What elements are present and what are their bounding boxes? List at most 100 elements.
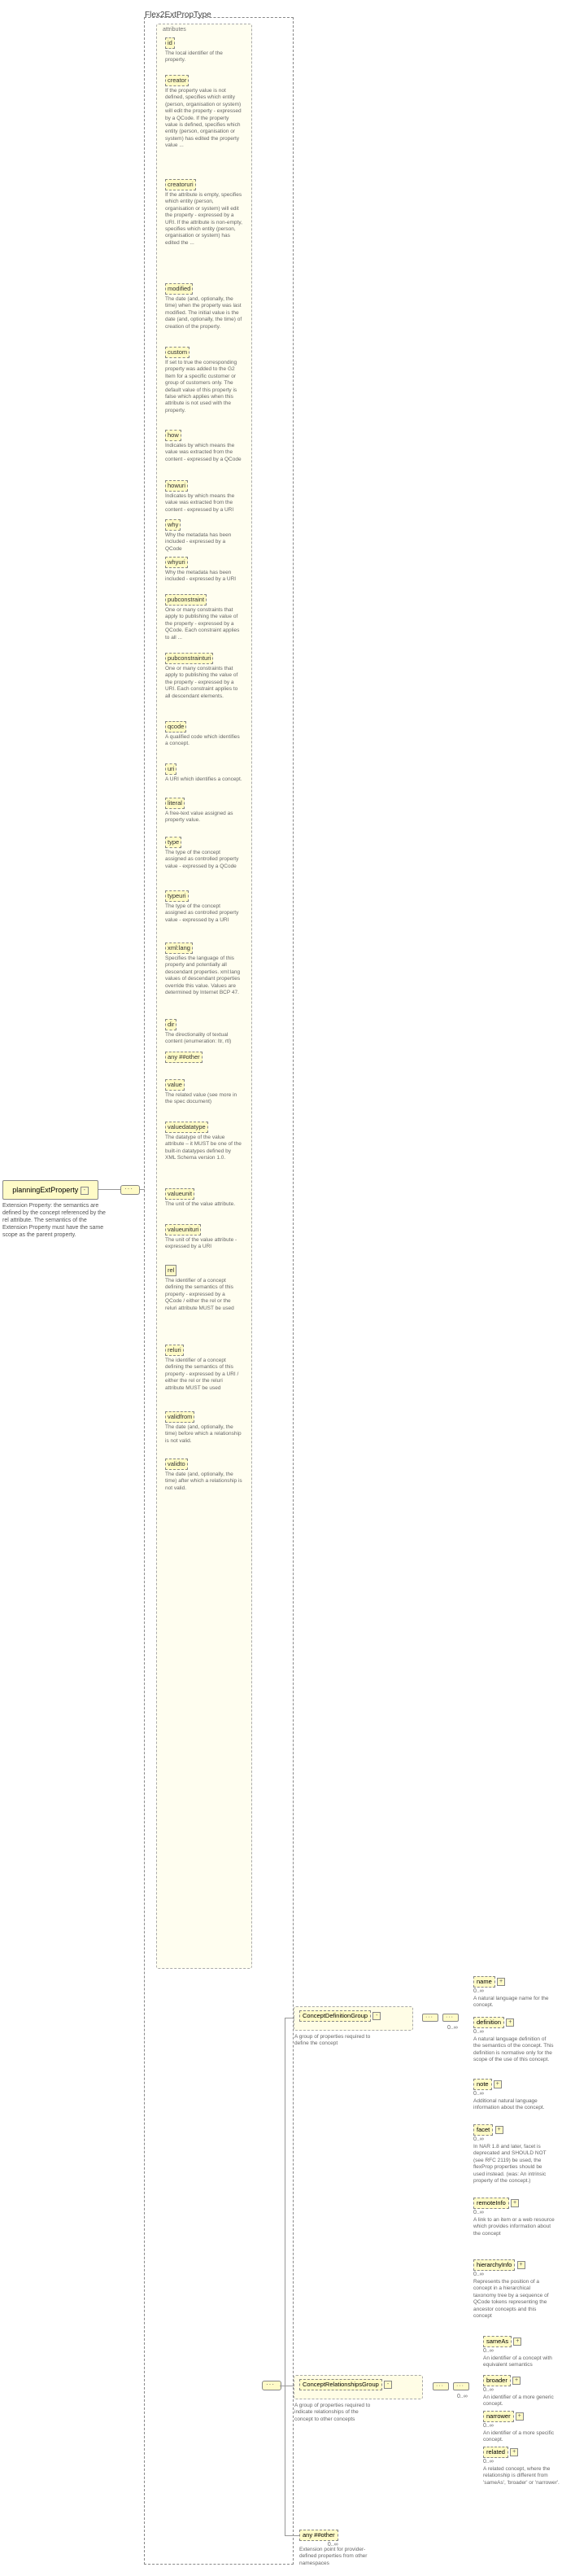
attr-desc: The directionality of textual content (e… — [165, 1032, 242, 1046]
cdg-child-name: name +0..∞A natural language name for th… — [473, 1976, 568, 2010]
cdg-child-remoteInfo: remoteInfo +0..∞A link to an item or a w… — [473, 2198, 568, 2237]
expand-icon: - — [384, 2381, 392, 2389]
child-name: broader — [483, 2375, 511, 2386]
any-other-desc: Extension point for provider-defined pro… — [299, 2547, 381, 2567]
attr-name: why — [165, 519, 181, 531]
attr-name: literal — [165, 798, 185, 809]
attr-desc: The datatype of the value attribute – it… — [165, 1135, 242, 1162]
expand-icon: + — [516, 2412, 524, 2421]
sequence-icon — [433, 2382, 449, 2390]
attr-desc: The date (and, optionally, the time) bef… — [165, 1424, 242, 1445]
child-desc: A natural language name for the concept. — [473, 1996, 555, 2010]
attr-desc: Why the metadata has been included - exp… — [165, 532, 242, 553]
crg-child-broader: broader +0..∞An identifier of a more gen… — [483, 2375, 568, 2408]
attr-name: id — [165, 37, 175, 49]
attr-name: any ##other — [165, 1052, 203, 1063]
attr-desc: Why the metadata has been included - exp… — [165, 570, 242, 584]
attr-desc: One or many constraints that apply to pu… — [165, 607, 242, 641]
attr-validto: validtoThe date (and, optionally, the ti… — [165, 1459, 243, 1492]
child-name: sameAs — [483, 2336, 512, 2347]
sequence-icon — [262, 2381, 281, 2390]
attr-desc: If set to true the corresponding propert… — [165, 360, 242, 415]
crg-desc: A group of properties required to indica… — [294, 2403, 376, 2423]
expand-icon: + — [511, 2199, 519, 2207]
attr-creatoruri: creatoruri If the attribute is empty, spe… — [165, 179, 243, 247]
cardinality: 0..∞ — [483, 2386, 568, 2394]
attr-desc: A free-text value assigned as property v… — [165, 811, 242, 824]
attr-literal: literal A free-text value assigned as pro… — [165, 798, 243, 824]
attr-name: valueunit — [165, 1188, 194, 1200]
expand-icon: - — [81, 1187, 89, 1195]
attr-xml-lang: xml:langSpecifies the language of this p… — [165, 942, 243, 996]
attr-desc: The date (and, optionally, the time) aft… — [165, 1472, 242, 1492]
expand-icon: + — [506, 2018, 514, 2027]
attr-valueunit: valueunitThe unit of the value attribute… — [165, 1188, 243, 1208]
attr-name: pubconstraint — [165, 594, 207, 606]
crg-child-sameAs: sameAs +0..∞An identifier of a concept w… — [483, 2336, 568, 2369]
attr-name: modified — [165, 283, 193, 295]
cdg-child-definition: definition +0..∞A natural language defin… — [473, 2017, 568, 2064]
attr-name: value — [165, 1079, 185, 1091]
attr-modified: modifiedThe date (and, optionally, the t… — [165, 283, 243, 330]
cdg-child-note: note +0..∞Additional natural language in… — [473, 2079, 568, 2112]
sequence-icon — [120, 1185, 140, 1195]
attr-valueunituri: valueunituriThe unit of the value attrib… — [165, 1224, 243, 1251]
attr-validfrom: validfromThe date (and, optionally, the … — [165, 1411, 243, 1445]
attr-desc: The local identifier of the property. — [165, 50, 242, 64]
attr-name: typeuri — [165, 890, 189, 902]
attr-name: creatoruri — [165, 179, 196, 190]
attr-desc: The identifier of a concept defining the… — [165, 1278, 242, 1312]
expand-icon: + — [517, 2261, 525, 2269]
choice-icon — [453, 2382, 469, 2390]
child-desc: An identifier of a more generic concept. — [483, 2394, 564, 2408]
cdg-child-hierarchyInfo: hierarchyInfo +0..∞Represents the positi… — [473, 2259, 568, 2320]
attr-desc: The type of the concept assigned as cont… — [165, 903, 242, 924]
crg-child-related: related +0..∞A related concept, where th… — [483, 2447, 568, 2486]
attr-pubconstrainturi: pubconstrainturiOne or many constraints … — [165, 653, 243, 700]
attr-id: idThe local identifier of the property. — [165, 37, 243, 64]
cardinality: 0..∞ — [483, 2458, 568, 2465]
expand-icon: + — [494, 2080, 502, 2088]
attr-desc: If the attribute is empty, specifies whi… — [165, 192, 242, 247]
child-desc: A link to an item or a web resource whic… — [473, 2217, 555, 2237]
attr-creator: creatorIf the property value is not defi… — [165, 75, 243, 150]
child-desc: An identifier of a more specific concept… — [483, 2430, 564, 2444]
cardinality: 0..∞ — [473, 2136, 568, 2143]
cdg-label: ConceptDefinitionGroup - — [299, 2010, 381, 2022]
any-other-element: any ##other 0..∞ — [299, 2530, 338, 2548]
attr-how: howIndicates by which means the value wa… — [165, 430, 243, 463]
attr-name: howuri — [165, 480, 188, 492]
cardinality: 0..∞ — [483, 2422, 568, 2429]
cardinality: 0..∞ — [483, 2347, 568, 2355]
child-desc: A related concept, where the relationshi… — [483, 2466, 564, 2486]
child-name: name — [473, 1976, 495, 1988]
attr-dir: dir The directionality of textual content… — [165, 1019, 243, 1046]
attr-name: how — [165, 430, 181, 441]
crg-child-narrower: narrower +0..∞An identifier of a more sp… — [483, 2411, 568, 2444]
attr-name: qcode — [165, 721, 186, 733]
root-element: planningExtProperty - — [2, 1180, 98, 1200]
expand-icon: + — [512, 2377, 521, 2385]
attr-custom: customIf set to true the corresponding p… — [165, 347, 243, 414]
attr-whyuri: whyuriWhy the metadata has been included… — [165, 557, 243, 584]
expand-icon: + — [510, 2448, 518, 2456]
attr-name: validfrom — [165, 1411, 194, 1423]
expand-icon: + — [497, 1978, 505, 1986]
cdg-child-facet: facet +0..∞In NAR 1.8 and later, facet i… — [473, 2124, 568, 2185]
attributes-label: attributes — [163, 26, 186, 33]
attr-qcode: qcodeA qualified code which identifies a… — [165, 721, 243, 748]
attr-name: dir — [165, 1019, 176, 1030]
attr-uri: uriA URI which identifies a concept. — [165, 763, 243, 783]
child-name: remoteInfo — [473, 2198, 509, 2209]
attr-any---other: any ##other — [165, 1052, 243, 1063]
child-desc: In NAR 1.8 and later, facet is deprecate… — [473, 2144, 555, 2185]
attr-name: xml:lang — [165, 942, 193, 954]
attr-why: whyWhy the metadata has been included - … — [165, 519, 243, 553]
attr-desc: Indicates by which means the value was e… — [165, 493, 242, 514]
attr-desc: The identifier of a concept defining the… — [165, 1358, 242, 1392]
cardinality: 0..∞ — [473, 2028, 568, 2036]
child-name: facet — [473, 2124, 493, 2136]
attr-typeuri: typeuriThe type of the concept assigned … — [165, 890, 243, 924]
attr-desc: A URI which identifies a concept. — [165, 776, 242, 783]
cardinality: 0..∞ — [447, 2024, 458, 2031]
